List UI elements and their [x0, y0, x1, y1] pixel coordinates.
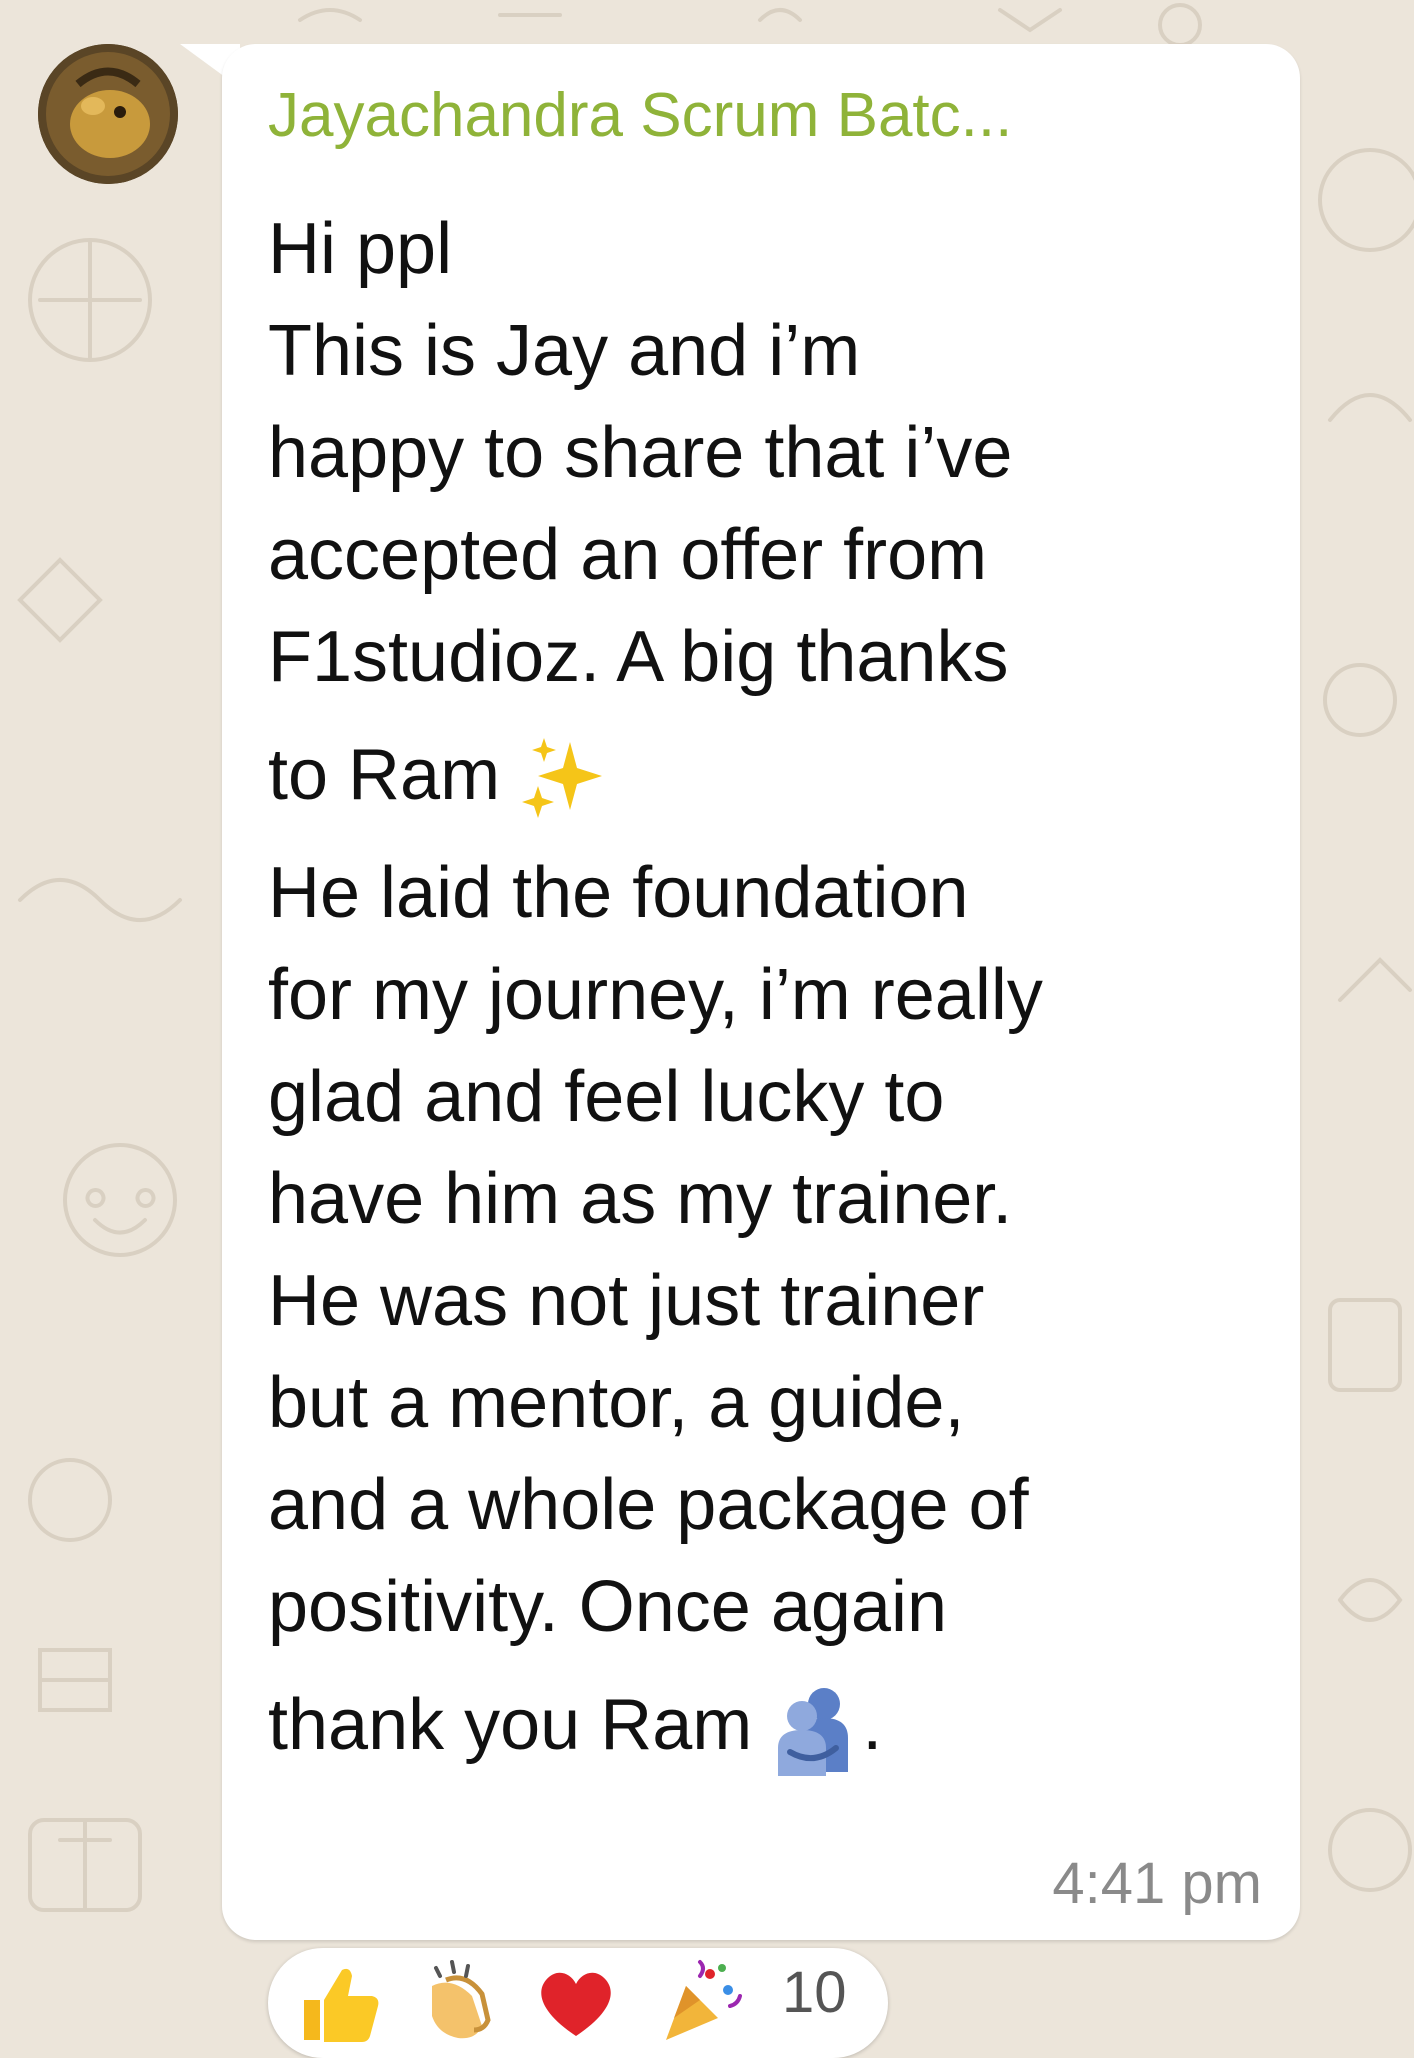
- message-line: happy to share that i’ve: [268, 413, 1013, 493]
- red-heart-icon: [530, 1956, 622, 2053]
- message-line: glad and feel lucky to: [268, 1057, 945, 1137]
- message-line: He was not just trainer: [268, 1261, 985, 1341]
- message-line: but a mentor, a guide,: [268, 1363, 965, 1443]
- reactions-bar[interactable]: 10: [268, 1948, 888, 2058]
- message-line: Hi ppl: [268, 209, 453, 289]
- message-line-with-emoji: to Ram: [268, 708, 1278, 842]
- message-timestamp: 4:41 pm: [1052, 1851, 1262, 1916]
- hugging-people-icon: [766, 1682, 862, 1778]
- message-line-with-emoji: thank you Ram .: [268, 1658, 1278, 1792]
- message-line: and a whole package of: [268, 1465, 1029, 1545]
- message-line: This is Jay and i’m: [268, 311, 861, 391]
- thumbs-up-icon: [294, 1956, 386, 2053]
- message-line: to Ram: [268, 735, 501, 815]
- party-popper-icon: [652, 1956, 744, 2053]
- message-line: He laid the foundation: [268, 853, 969, 933]
- message-text: Hi ppl This is Jay and i’m happy to shar…: [268, 198, 1278, 1792]
- sender-avatar[interactable]: [38, 44, 178, 184]
- clapping-hands-icon: [412, 1956, 504, 2053]
- message-line: positivity. Once again: [268, 1567, 948, 1647]
- message-line: have him as my trainer.: [268, 1159, 1013, 1239]
- message-line: .: [862, 1685, 883, 1765]
- message-line: accepted an offer from: [268, 515, 988, 595]
- message-line: F1studioz. A big thanks: [268, 617, 1009, 697]
- message-line: thank you Ram: [268, 1685, 753, 1765]
- message-line: for my journey, i’m really: [268, 955, 1043, 1035]
- sparkles-icon: [514, 732, 610, 828]
- sender-name[interactable]: Jayachandra Scrum Batc...: [268, 76, 1268, 156]
- reaction-count: 10: [782, 1960, 847, 2025]
